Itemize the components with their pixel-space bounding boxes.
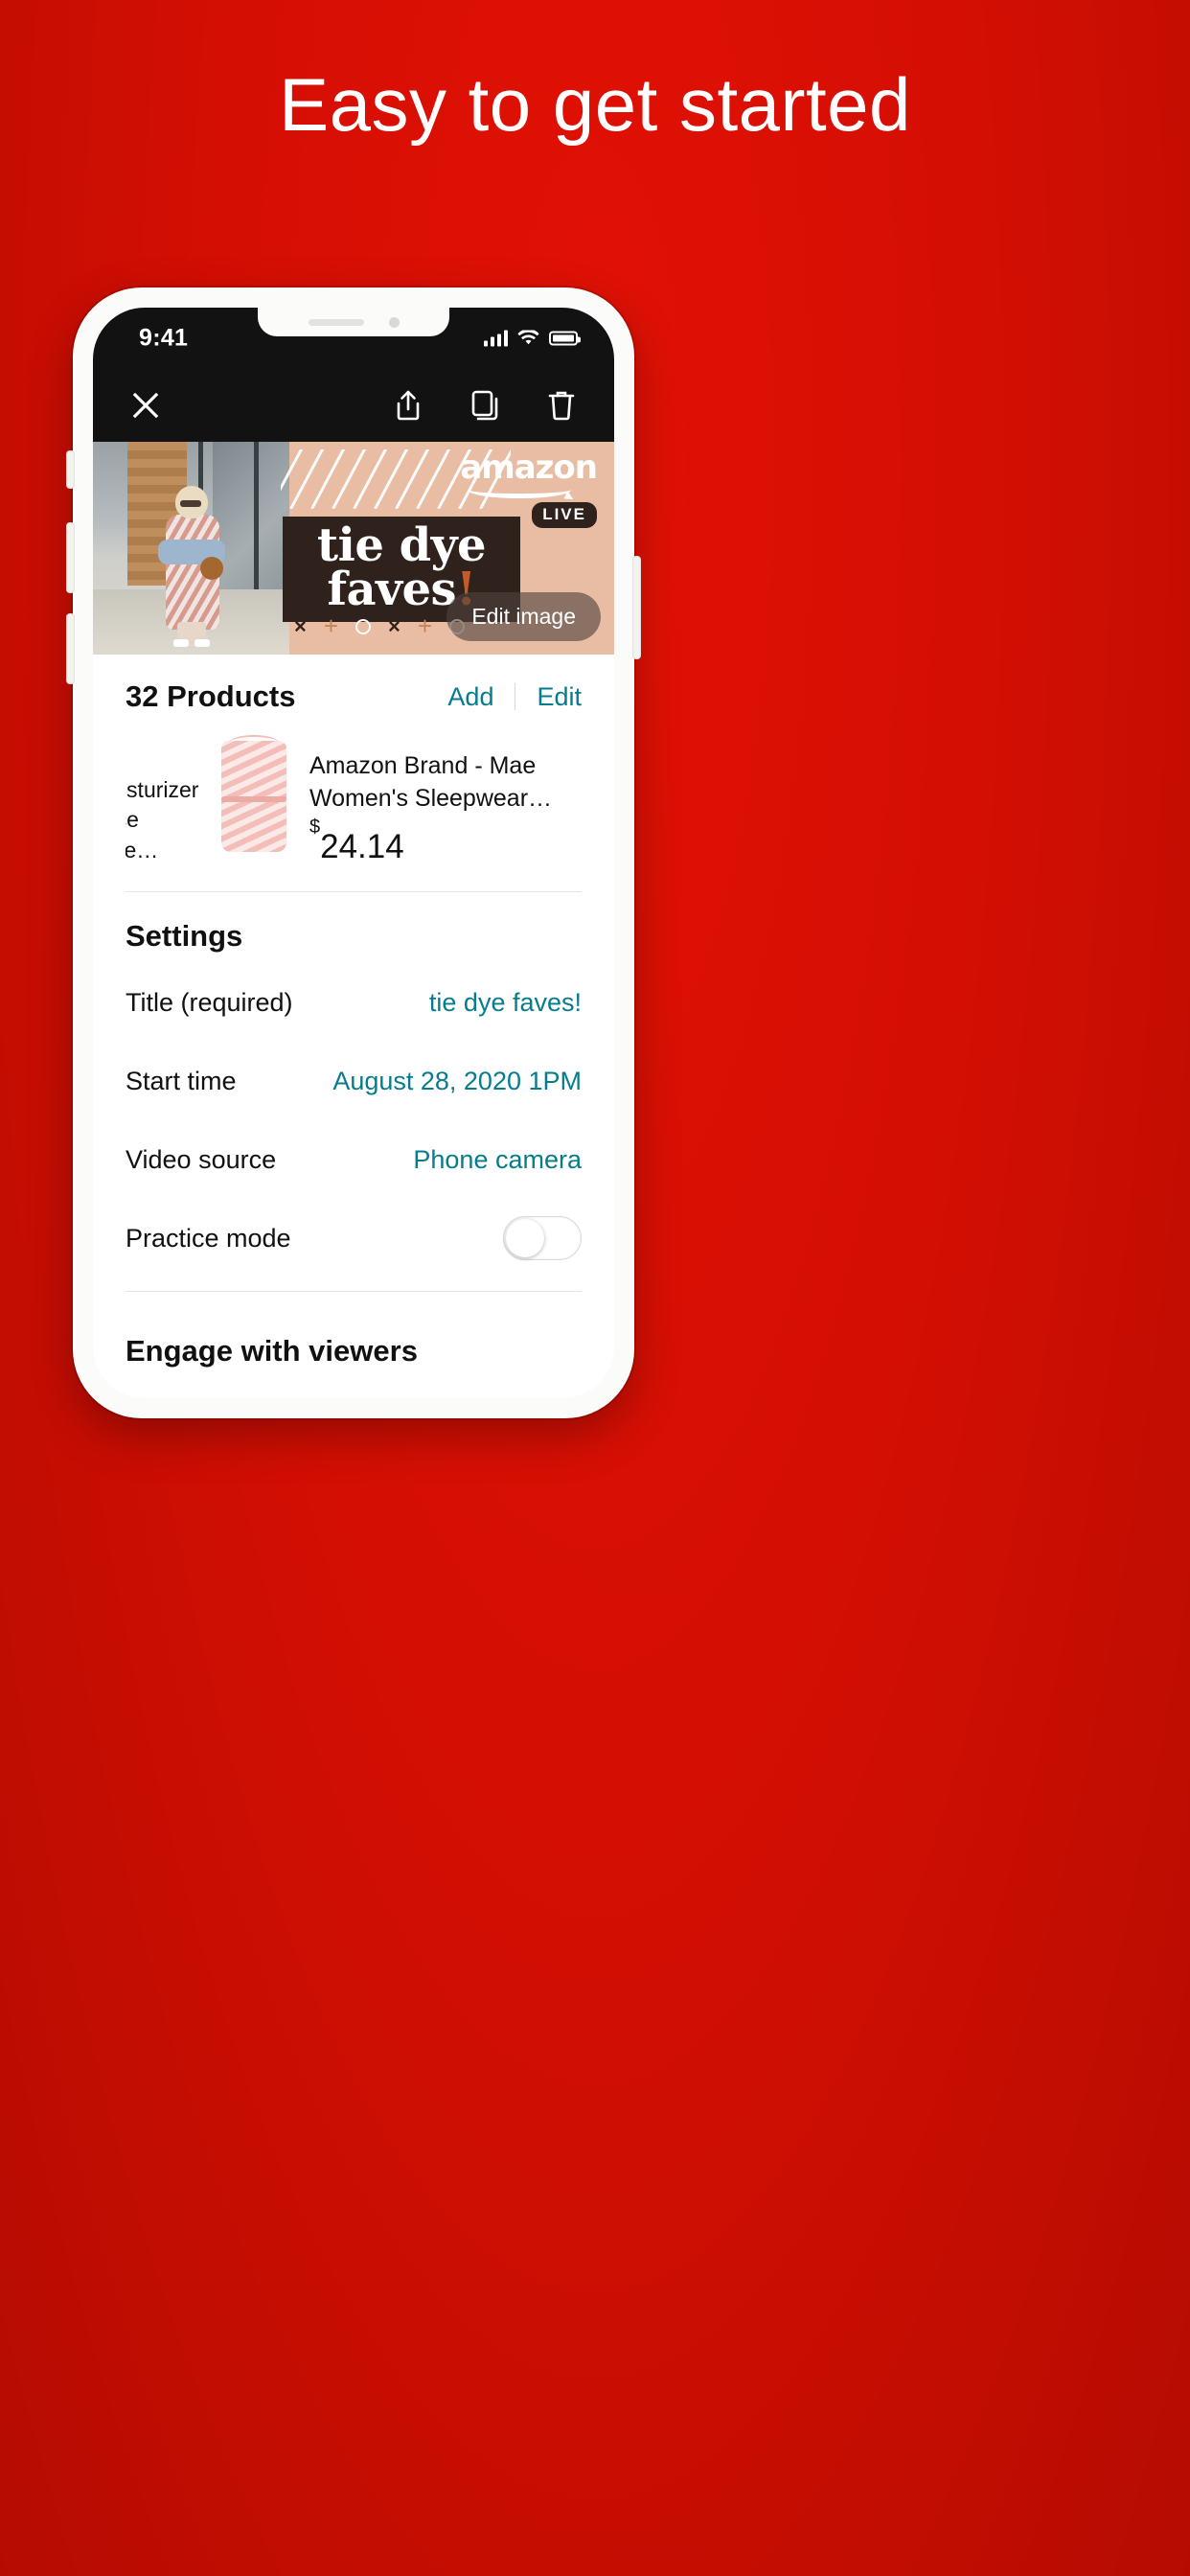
share-upload-icon[interactable] bbox=[390, 387, 426, 424]
phone-volume-down-button bbox=[66, 613, 75, 684]
duplicate-copy-icon[interactable] bbox=[467, 387, 503, 424]
status-time: 9:41 bbox=[139, 324, 189, 352]
practice-mode-toggle[interactable] bbox=[503, 1216, 582, 1260]
close-x-icon[interactable] bbox=[127, 387, 164, 424]
product-carousel[interactable]: Moisturizer ance Free… Amazon Brand - Ma… bbox=[126, 725, 582, 892]
battery-full-icon bbox=[549, 331, 581, 346]
setting-value-start-time[interactable]: August 28, 2020 1PM bbox=[332, 1067, 582, 1096]
products-count-title: 32 Products bbox=[126, 679, 296, 713]
wifi-icon bbox=[517, 330, 539, 345]
edit-image-button[interactable]: Edit image bbox=[446, 592, 601, 641]
toggle-knob bbox=[506, 1219, 544, 1257]
decor-circle-icon-1 bbox=[355, 618, 372, 634]
engage-section: Engage with viewers Promo codes Get star… bbox=[126, 1307, 582, 1398]
phone-mockup: 9:41 amazon LIVE tie dye faves! × + × + … bbox=[66, 288, 641, 1418]
settings-section: Settings Title (required) tie dye faves!… bbox=[126, 892, 582, 1307]
setting-label-title: Title (required) bbox=[126, 987, 293, 1017]
product-preview-item[interactable]: Moisturizer ance Free… bbox=[126, 735, 198, 865]
app-toolbar bbox=[93, 369, 614, 442]
phone-silence-switch bbox=[66, 450, 75, 489]
earpiece-speaker bbox=[308, 318, 364, 326]
promo-headline: Easy to get started bbox=[279, 62, 911, 147]
product-thumbnail[interactable] bbox=[208, 735, 300, 858]
livestream-cover-image[interactable]: amazon LIVE tie dye faves! × + × + Edit … bbox=[93, 442, 614, 655]
sandal-left bbox=[173, 639, 189, 647]
product-name: Amazon Brand - Mae Women's Sleepwear Pri… bbox=[309, 752, 537, 812]
toolbar-actions bbox=[390, 387, 580, 424]
door-frame-right bbox=[254, 442, 259, 600]
decor-x-icon-2: × bbox=[388, 613, 400, 638]
setting-label-video-source: Video source bbox=[126, 1144, 277, 1174]
decor-plus-icon-2: + bbox=[417, 611, 433, 640]
products-actions: Add Edit bbox=[447, 682, 582, 712]
sandal-right bbox=[195, 639, 210, 647]
setting-label-practice-mode: Practice mode bbox=[126, 1223, 291, 1253]
cellular-signal-icon bbox=[484, 330, 508, 347]
decor-x-icon-1: × bbox=[294, 613, 307, 638]
cover-photo bbox=[93, 442, 289, 655]
edit-products-button[interactable]: Edit bbox=[537, 682, 582, 712]
add-product-button[interactable]: Add bbox=[447, 682, 493, 712]
cover-title-line-1: tie dye bbox=[316, 518, 487, 572]
setting-label-start-time: Start time bbox=[126, 1066, 237, 1095]
amazon-smile-icon bbox=[468, 481, 572, 498]
sunglasses-icon bbox=[180, 500, 201, 507]
model-figure bbox=[154, 486, 229, 647]
section-divider bbox=[126, 1291, 582, 1292]
phone-screen: 9:41 amazon LIVE tie dye faves! × + × + … bbox=[93, 308, 614, 1398]
phone-power-button bbox=[632, 556, 641, 659]
romper-image bbox=[221, 735, 286, 852]
product-price: $24.14 bbox=[309, 816, 582, 866]
status-bar: 9:41 bbox=[93, 308, 614, 369]
decor-plus-icon-1: + bbox=[323, 611, 339, 640]
cover-title-text: faves bbox=[327, 563, 457, 616]
product-details[interactable]: Amazon Brand - Mae Women's Sleepwear Pri… bbox=[309, 735, 582, 866]
price-amount: 24.14 bbox=[320, 828, 404, 865]
live-badge: LIVE bbox=[532, 501, 597, 528]
setting-row-practice-mode[interactable]: Practice mode bbox=[126, 1199, 582, 1277]
products-header: 32 Products Add Edit bbox=[126, 655, 582, 725]
cover-decor-marks: × + × + bbox=[294, 611, 466, 641]
setting-row-title[interactable]: Title (required) tie dye faves! bbox=[126, 963, 582, 1042]
engage-row-promo-codes[interactable]: Promo codes Get started bbox=[126, 1378, 582, 1398]
setting-row-start-time[interactable]: Start time August 28, 2020 1PM bbox=[126, 1042, 582, 1120]
setting-row-video-source[interactable]: Video source Phone camera bbox=[126, 1120, 582, 1199]
handbag bbox=[200, 557, 223, 580]
status-icons bbox=[484, 330, 581, 347]
phone-notch bbox=[258, 308, 449, 336]
content-sheet: 32 Products Add Edit Moisturizer ance Fr… bbox=[93, 655, 614, 1398]
setting-value-title[interactable]: tie dye faves! bbox=[429, 988, 582, 1018]
setting-value-video-source[interactable]: Phone camera bbox=[413, 1145, 582, 1175]
trash-delete-icon[interactable] bbox=[543, 387, 580, 424]
romper-belt bbox=[221, 796, 286, 802]
settings-heading: Settings bbox=[126, 919, 243, 953]
engage-heading: Engage with viewers bbox=[126, 1334, 418, 1368]
price-currency-symbol: $ bbox=[309, 816, 321, 839]
amazon-wordmark: amazon bbox=[460, 448, 598, 487]
front-camera-dot bbox=[388, 316, 400, 328]
phone-volume-up-button bbox=[66, 522, 75, 593]
